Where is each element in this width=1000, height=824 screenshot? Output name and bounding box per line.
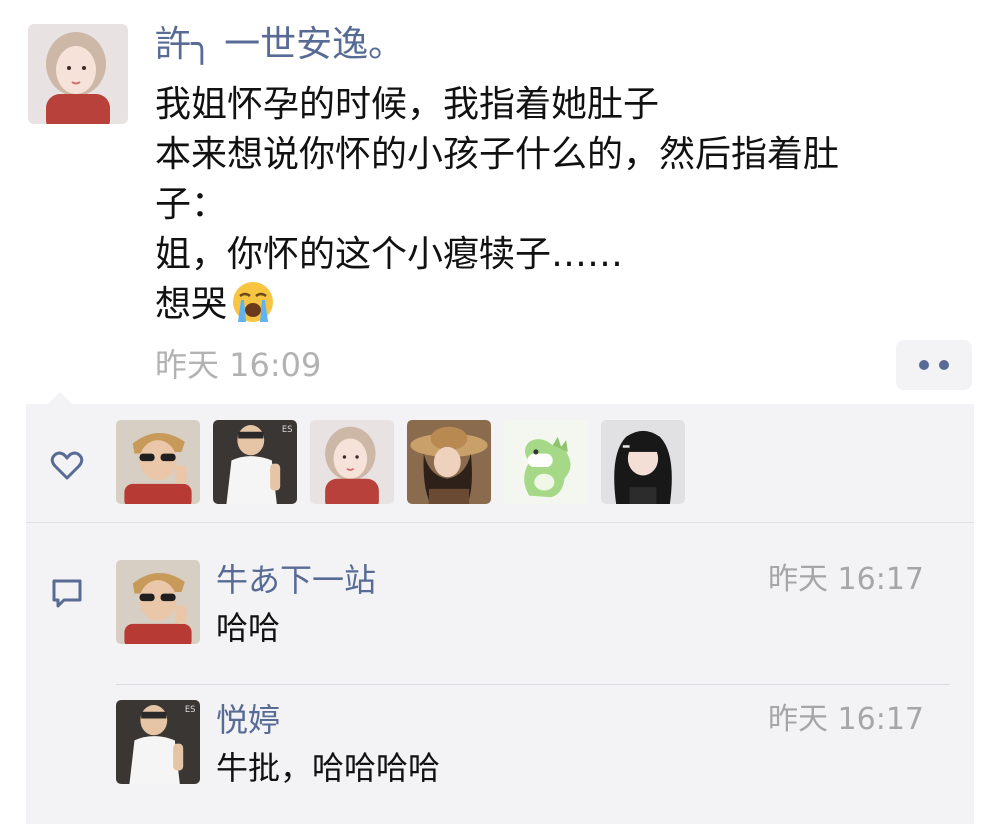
divider [116, 684, 950, 685]
post-line-text: 想哭 [155, 284, 228, 325]
post-timestamp: 昨天 16:09 [155, 346, 322, 384]
comment-time: 昨天 16:17 [768, 562, 924, 597]
poster-avatar[interactable] [28, 24, 128, 124]
comment-author[interactable]: 牛あ下一站 [216, 558, 376, 602]
comment-bubble-icon [50, 576, 84, 610]
divider [26, 522, 974, 523]
dot-icon [939, 360, 949, 370]
liker-avatar[interactable] [116, 420, 200, 504]
liker-avatar[interactable] [310, 420, 394, 504]
post-body: 我姐怀孕的时候，我指着她肚子 本来想说你怀的小孩子什么的，然后指着肚 子： 姐，… [155, 80, 955, 330]
liker-avatar[interactable] [601, 420, 685, 504]
post-line: 本来想说你怀的小孩子什么的，然后指着肚 [155, 134, 840, 175]
more-actions-button[interactable] [896, 340, 972, 390]
heart-outline-icon [50, 451, 84, 481]
poster-name[interactable]: 許╮ 一世安逸。 [155, 20, 404, 70]
post-line-last: 想哭 [155, 280, 955, 330]
comment-text[interactable]: 哈哈 [216, 606, 280, 650]
liker-avatar[interactable] [213, 420, 297, 504]
comment-avatar[interactable] [116, 560, 200, 644]
liker-avatar[interactable] [504, 420, 588, 504]
comment-time: 昨天 16:17 [768, 702, 924, 737]
comment-text[interactable]: 牛批，哈哈哈哈 [216, 746, 440, 790]
dot-icon [919, 360, 929, 370]
liker-avatar[interactable] [407, 420, 491, 504]
post-line: 姐，你怀的这个小瘪犊子…… [155, 234, 624, 275]
post-line: 子： [155, 184, 228, 225]
loudly-crying-face-icon [231, 280, 275, 324]
comment-author[interactable]: 悦婷 [216, 698, 280, 742]
post-line: 我姐怀孕的时候，我指着她肚子 [155, 84, 660, 125]
comment-avatar[interactable] [116, 700, 200, 784]
